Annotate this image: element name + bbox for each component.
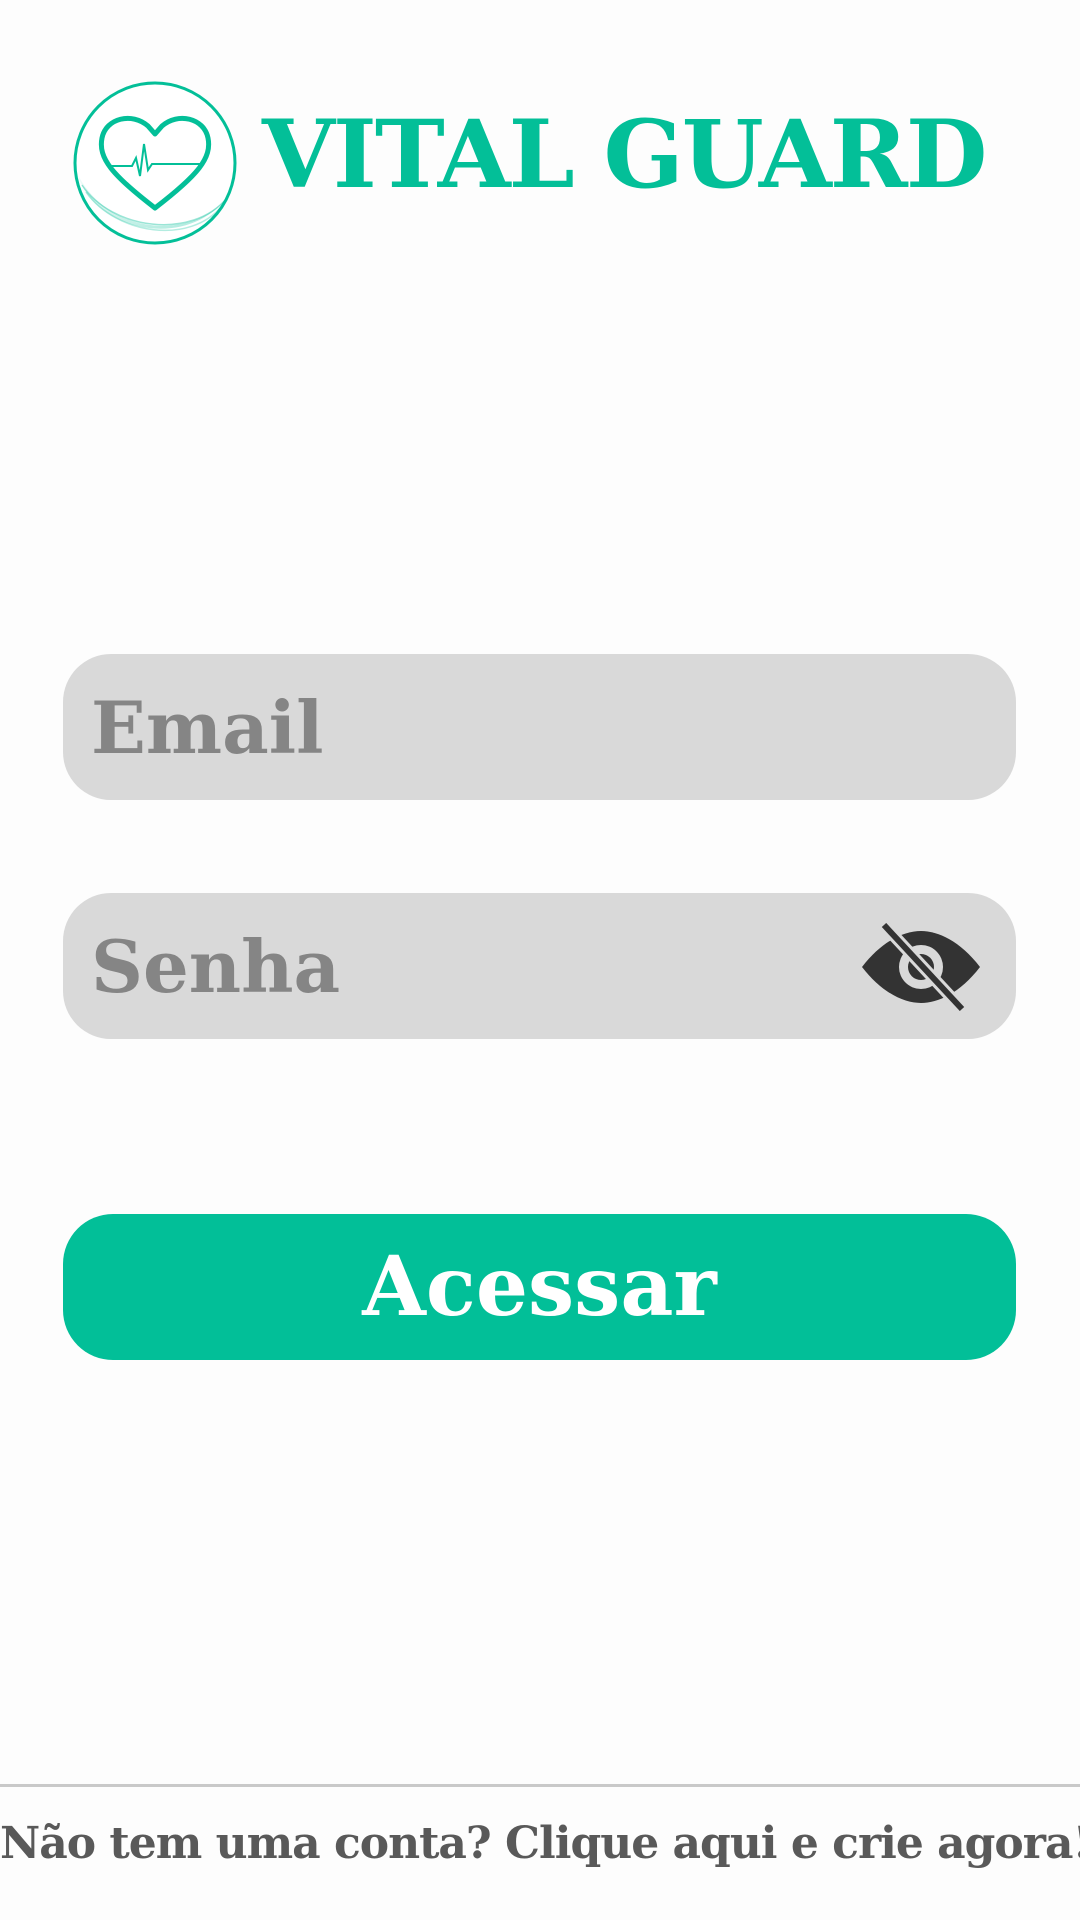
email-field-container[interactable] bbox=[63, 654, 1016, 800]
heart-pulse-icon bbox=[73, 81, 237, 245]
email-input[interactable] bbox=[91, 654, 871, 800]
brand-title: VITAL GUARD bbox=[262, 100, 987, 210]
brand-logo bbox=[72, 80, 238, 246]
password-input[interactable] bbox=[91, 893, 871, 1039]
password-field-container[interactable] bbox=[63, 893, 1016, 1039]
acessar-button[interactable]: Acessar bbox=[63, 1214, 1016, 1360]
eye-off-icon[interactable] bbox=[858, 923, 984, 1011]
signup-link[interactable]: Não tem uma conta? Clique aqui e crie ag… bbox=[0, 1818, 1080, 1869]
footer-divider bbox=[0, 1784, 1080, 1787]
